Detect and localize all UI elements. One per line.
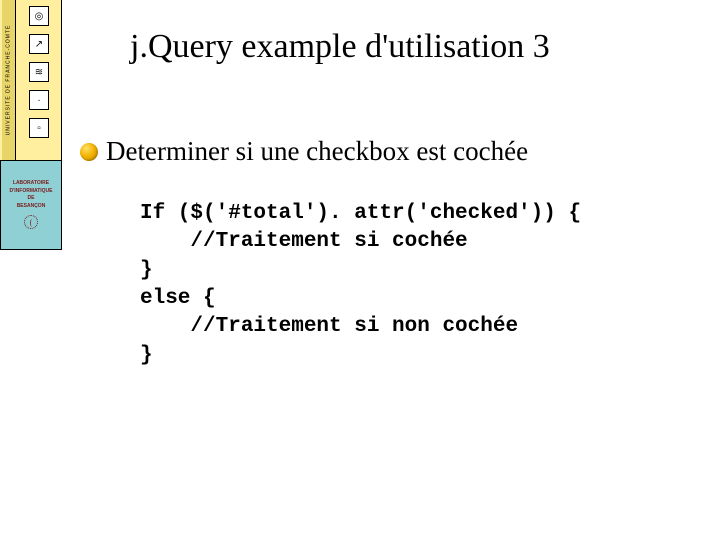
lab-line-2: D'INFORMATIQUE — [9, 189, 52, 195]
target-icon: ◎ — [29, 6, 49, 26]
box-icon: ▫ — [29, 118, 49, 138]
university-label: UNIVERSITE DE FRANCHE-COMTE — [6, 25, 12, 136]
university-label-strip: UNIVERSITE DE FRANCHE-COMTE — [2, 0, 16, 160]
dot-icon: · — [29, 90, 49, 110]
lab-line-4: BESANÇON — [17, 204, 46, 210]
code-block: If ($('#total'). attr('checked')) { //Tr… — [140, 200, 581, 370]
sidebar-icon-stack: ◎ ↗ ≋ · ▫ — [22, 6, 56, 138]
sidebar: UNIVERSITE DE FRANCHE-COMTE ◎ ↗ ≋ · ▫ LA… — [0, 0, 62, 540]
lab-logo-icon: ( — [24, 215, 38, 229]
lab-line-1: LABORATOIRE — [13, 181, 49, 187]
slide-title: j.Query example d'utilisation 3 — [130, 28, 550, 66]
bullet-item: Determiner si une checkbox est cochée — [80, 136, 528, 167]
bullet-icon — [80, 143, 98, 161]
bullet-text: Determiner si une checkbox est cochée — [106, 136, 528, 167]
sidebar-top-panel: UNIVERSITE DE FRANCHE-COMTE ◎ ↗ ≋ · ▫ — [0, 0, 62, 160]
sidebar-lab-panel: LABORATOIRE D'INFORMATIQUE DE BESANÇON ( — [0, 160, 62, 250]
slide-page: UNIVERSITE DE FRANCHE-COMTE ◎ ↗ ≋ · ▫ LA… — [0, 0, 720, 540]
arrow-icon: ↗ — [29, 34, 49, 54]
lab-line-3: DE — [28, 196, 35, 202]
wave-icon: ≋ — [29, 62, 49, 82]
